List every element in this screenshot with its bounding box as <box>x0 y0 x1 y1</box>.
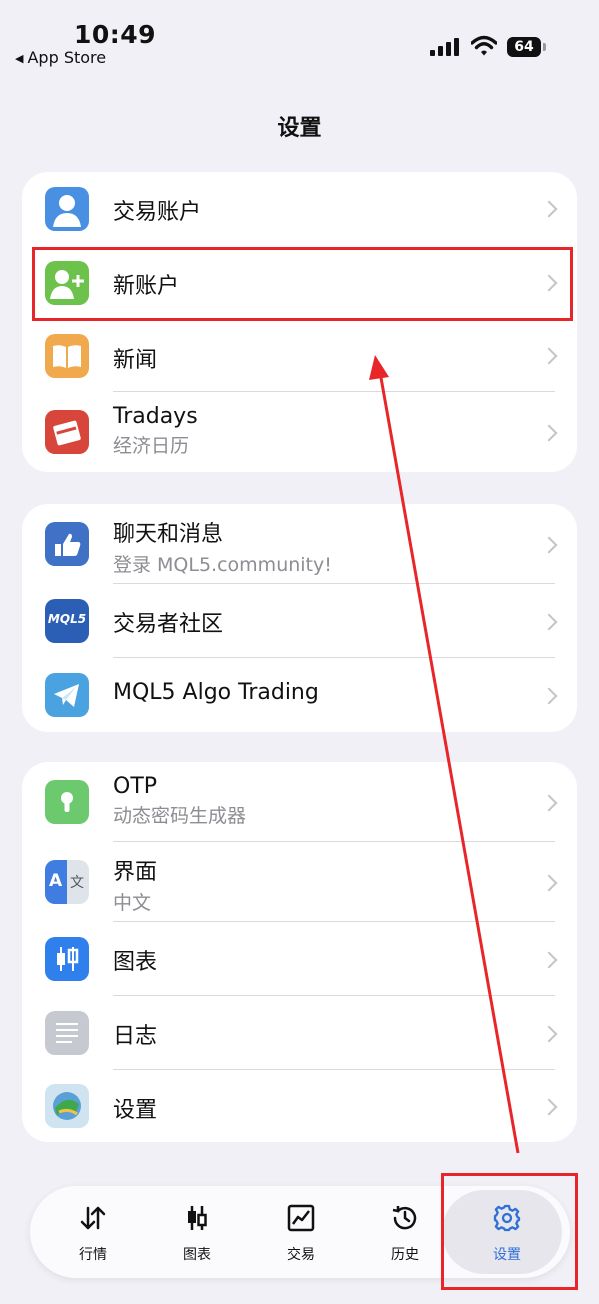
wifi-icon <box>471 35 497 56</box>
item-title: 交易者社区 <box>113 612 224 637</box>
telegram-icon <box>45 673 89 717</box>
back-to-app-store[interactable]: ◀ App Store <box>15 48 106 67</box>
list-item-tradays[interactable]: Tradays 经济日历 <box>22 392 577 472</box>
calendar-icon <box>45 410 89 454</box>
language-icon: A 文 <box>45 860 89 904</box>
item-subtitle: 经济日历 <box>113 435 190 457</box>
battery-tip <box>543 43 546 51</box>
list-item-settings[interactable]: 设置 <box>22 1070 577 1142</box>
tab-label: 交易 <box>287 1247 315 1263</box>
item-title: Tradays <box>113 404 198 429</box>
chevron-right-icon <box>540 424 558 442</box>
chat-hand-icon <box>45 522 89 566</box>
battery-indicator: 64 <box>507 37 541 57</box>
tab-chart[interactable]: 图表 <box>152 1186 242 1278</box>
trade-icon <box>287 1204 315 1232</box>
journal-lines-icon <box>45 1011 89 1055</box>
metatrader-logo-icon <box>45 1084 89 1128</box>
chevron-right-icon <box>540 1025 558 1043</box>
item-subtitle: 中文 <box>113 892 152 914</box>
list-item-journal[interactable]: 日志 <box>22 996 577 1070</box>
history-icon <box>392 1206 417 1230</box>
item-title: OTP <box>113 774 158 799</box>
lock-keyhole-icon <box>45 780 89 824</box>
annotation-highlight-settings-tab <box>441 1173 578 1290</box>
list-item-mql5-algo-trading[interactable]: MQL5 Algo Trading <box>22 658 577 732</box>
mql5-logo-text: MQL5 <box>47 612 87 626</box>
chevron-right-icon <box>540 874 558 892</box>
list-item-otp[interactable]: OTP 动态密码生成器 <box>22 762 577 842</box>
item-title: 设置 <box>113 1098 158 1123</box>
tab-label: 历史 <box>391 1247 419 1263</box>
list-item-news[interactable]: 新闻 <box>22 320 577 392</box>
item-title: 交易账户 <box>113 200 202 225</box>
chevron-right-icon <box>540 951 558 969</box>
language-icon-a: A <box>49 871 63 891</box>
chart-icon <box>188 1206 207 1230</box>
mql5-logo-icon: MQL5 <box>45 599 89 643</box>
item-subtitle: 动态密码生成器 <box>113 805 247 827</box>
item-title: 图表 <box>113 950 158 975</box>
chevron-right-icon <box>540 536 558 554</box>
status-time: 10:49 <box>74 20 157 49</box>
settings-group-app: OTP 动态密码生成器 A 文 界面中文 图表 日志 设置 <box>22 762 577 1142</box>
chevron-right-icon <box>540 347 558 365</box>
back-label: App Store <box>27 48 107 67</box>
item-subtitle: 登录 MQL5.community! <box>113 554 332 576</box>
settings-group-account: 交易账户 新账户 新闻 Tradays 经济日历 <box>22 172 577 472</box>
page-title: 设置 <box>277 116 322 141</box>
item-title: 新闻 <box>113 348 158 373</box>
chevron-right-icon <box>540 1098 558 1116</box>
settings-group-community: 聊天和消息登录 MQL5.community! MQL5 交易者社区 MQL5 … <box>22 504 577 732</box>
back-triangle-icon: ◀ <box>15 52 24 65</box>
list-item-interface[interactable]: A 文 界面中文 <box>22 842 577 922</box>
list-item-charts[interactable]: 图表 <box>22 922 577 996</box>
list-item-trading-accounts[interactable]: 交易账户 <box>22 172 577 246</box>
candlestick-icon <box>45 937 89 981</box>
tab-label: 图表 <box>183 1247 211 1263</box>
chevron-right-icon <box>540 613 558 631</box>
book-icon <box>45 334 89 378</box>
tab-trade[interactable]: 交易 <box>256 1186 346 1278</box>
item-title: 日志 <box>113 1024 158 1049</box>
language-icon-zh: 文 <box>70 875 84 891</box>
tab-history[interactable]: 历史 <box>360 1186 450 1278</box>
item-title: MQL5 Algo Trading <box>113 680 319 705</box>
user-icon <box>45 187 89 231</box>
quotes-icon <box>80 1206 106 1230</box>
tab-quotes[interactable]: 行情 <box>48 1186 138 1278</box>
item-title: 聊天和消息 <box>113 522 224 547</box>
cellular-signal-icon <box>430 38 460 56</box>
chevron-right-icon <box>540 794 558 812</box>
list-item-chat[interactable]: 聊天和消息登录 MQL5.community! <box>22 504 577 584</box>
item-title: 界面 <box>113 860 158 885</box>
chevron-right-icon <box>540 687 558 705</box>
tab-label: 行情 <box>79 1247 107 1263</box>
list-item-traders-community[interactable]: MQL5 交易者社区 <box>22 584 577 658</box>
annotation-highlight-new-account <box>32 247 573 321</box>
chevron-right-icon <box>540 200 558 218</box>
